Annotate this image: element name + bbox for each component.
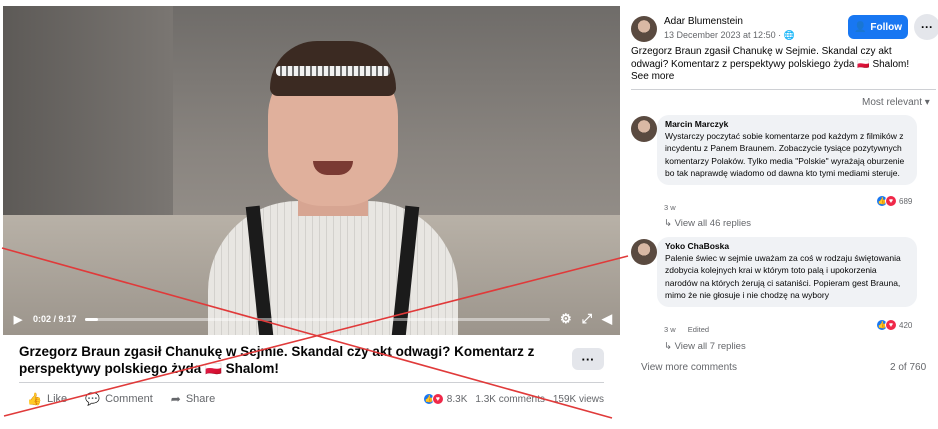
- like-label: Like: [46, 393, 68, 405]
- see-more-link[interactable]: See more: [631, 71, 674, 82]
- globe-icon: 🌐: [783, 30, 795, 40]
- comment-label: Comment: [105, 393, 153, 405]
- comment-reaction-count: 689: [899, 196, 913, 206]
- post-sidebar: Adar Blumenstein 13 December 2023 at 12:…: [624, 0, 938, 429]
- comment-reactions[interactable]: 👍 ♥ 689: [876, 195, 912, 207]
- video-progress-bar[interactable]: [84, 317, 550, 321]
- comment-sort-dropdown[interactable]: Most relevant ▾: [862, 97, 930, 108]
- video-title: Grzegorz Braun zgasił Chanukę w Sejmie. …: [19, 344, 535, 376]
- comment-bubble: Yoko ChaBoska Palenie świec w sejmie uwa…: [657, 237, 917, 307]
- view-more-comments-link[interactable]: View more comments: [641, 362, 737, 373]
- comment-count[interactable]: 1.3K comments: [475, 394, 544, 405]
- video-player[interactable]: ▶ 0:02 / 9:17 ⚙ ⤢ ◀: [3, 6, 620, 335]
- comment-time-row: 3 w Edited: [664, 325, 709, 334]
- divider: [631, 89, 936, 90]
- comment-pager: 2 of 760: [890, 362, 927, 373]
- view-replies-label: View all 46 replies: [674, 218, 752, 229]
- like-button[interactable]: 👍 Like: [27, 392, 67, 406]
- post-date[interactable]: 13 December 2023 at 12:50 · 🌐: [664, 30, 795, 41]
- video-time: 0:02 / 9:17: [33, 314, 77, 324]
- share-label: Share: [185, 393, 216, 405]
- author-avatar[interactable]: [631, 16, 657, 42]
- comment-bubble: Marcin Marczyk Wystarczy poczytać sobie …: [657, 115, 917, 185]
- commenter-avatar[interactable]: [631, 239, 657, 265]
- post-text: Grzegorz Braun zgasił Chanukę w Sejmie. …: [631, 46, 910, 70]
- divider: [19, 382, 604, 383]
- play-icon[interactable]: ▶: [11, 312, 25, 326]
- share-button[interactable]: ➦ Share: [171, 392, 215, 406]
- view-replies-label: View all 7 replies: [674, 341, 746, 352]
- comment-time[interactable]: 3 w: [664, 203, 676, 212]
- follow-label: Follow: [870, 21, 903, 33]
- author-name[interactable]: Adar Blumenstein: [664, 16, 743, 27]
- love-reaction-icon: ♥: [885, 195, 897, 207]
- post-actions: 👍 Like 💬 Comment ➦ Share: [27, 391, 233, 407]
- video-more-button[interactable]: ···: [572, 348, 604, 370]
- love-reaction-icon: ♥: [885, 319, 897, 331]
- comment-text: Palenie świec w sejmie uważam za coś w r…: [665, 253, 901, 301]
- comment-button[interactable]: 💬 Comment: [85, 392, 153, 406]
- view-replies-link[interactable]: ↳ View all 7 replies: [664, 341, 746, 352]
- person-headband: [276, 66, 390, 76]
- reaction-count[interactable]: 8.3K: [447, 394, 468, 405]
- comment-author[interactable]: Marcin Marczyk: [665, 119, 909, 130]
- comment-reactions[interactable]: 👍 ♥ 420: [876, 319, 912, 331]
- commenter-avatar[interactable]: [631, 116, 657, 142]
- comment-time[interactable]: 3 w: [664, 325, 676, 334]
- comment-reaction-count: 420: [899, 320, 913, 330]
- follow-button[interactable]: 👤 Follow: [848, 15, 908, 39]
- video-progress-fill: [84, 317, 99, 321]
- reply-arrow-icon: ↳: [664, 218, 675, 229]
- video-controls: ▶ 0:02 / 9:17 ⚙ ⤢ ◀: [3, 303, 620, 335]
- view-count: 159K views: [552, 393, 604, 405]
- fullscreen-icon[interactable]: ⤢: [582, 311, 592, 327]
- volume-icon[interactable]: ◀: [602, 311, 612, 327]
- reply-arrow-icon: ↳: [664, 341, 675, 352]
- post-more-button[interactable]: ···: [914, 14, 938, 40]
- comment-edited: Edited: [687, 325, 710, 334]
- comment-bubble-icon: 💬: [85, 392, 101, 406]
- comment-author[interactable]: Yoko ChaBoska: [665, 241, 909, 252]
- settings-gear-icon[interactable]: ⚙: [560, 311, 572, 327]
- video-person: [198, 26, 468, 335]
- thumbs-up-icon: 👍: [27, 392, 42, 406]
- comment-text: Wystarczy poczytać sobie komentarze pod …: [665, 131, 905, 179]
- facebook-video-post: ▶ 0:02 / 9:17 ⚙ ⤢ ◀ Grzegorz Braun zgasi…: [0, 0, 938, 429]
- share-arrow-icon: ➦: [170, 392, 181, 406]
- post-date-text: 13 December 2023 at 12:50 ·: [664, 30, 784, 40]
- view-replies-link[interactable]: ↳ View all 46 replies: [664, 218, 751, 229]
- follow-icon: 👤: [853, 21, 867, 33]
- post-stats: 👍 ♥ 8.3K 1.3K comments 159K views: [422, 391, 604, 407]
- love-reaction-icon: ♥: [431, 393, 444, 405]
